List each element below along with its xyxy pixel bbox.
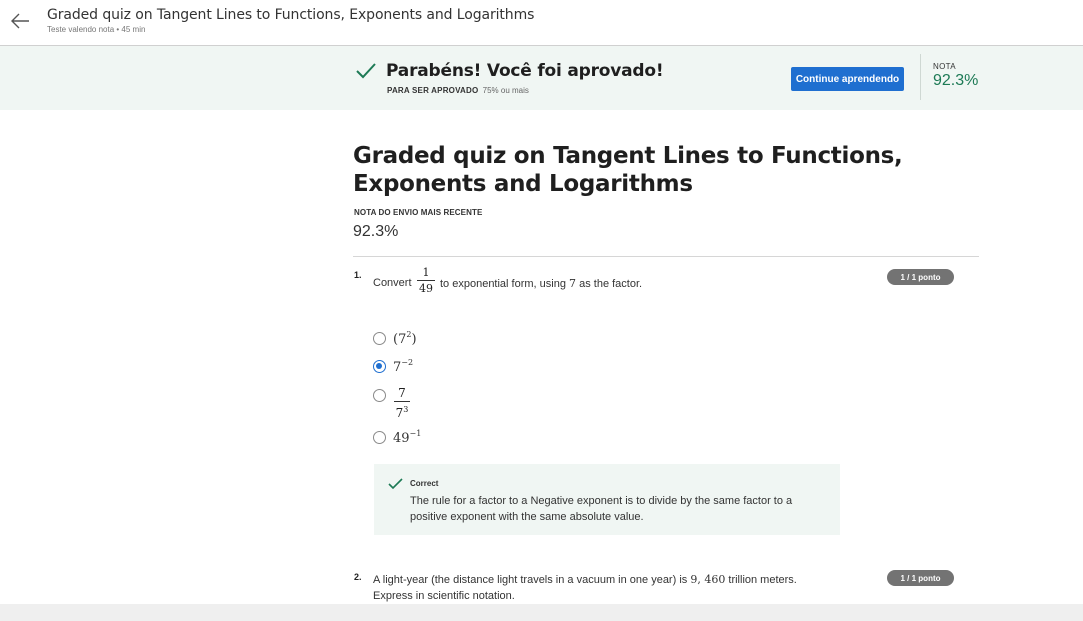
feedback-title: Correct (410, 479, 439, 488)
grade-label: NOTA (933, 62, 956, 71)
question-factor: 7 (569, 277, 577, 290)
top-bar: Graded quiz on Tangent Lines to Function… (0, 0, 1083, 46)
option-fraction-numerator: 7 (398, 386, 406, 400)
radio-button[interactable] (373, 331, 386, 345)
question-text: to exponential form, using 7 as the fact… (440, 277, 642, 290)
grade-value: 92.3% (933, 72, 979, 89)
answer-option[interactable]: 49−1 (373, 428, 421, 446)
check-icon (355, 62, 377, 80)
radio-button-selected[interactable] (373, 359, 386, 373)
page-title: Graded quiz on Tangent Lines to Function… (353, 143, 903, 197)
option-fraction-denominator: 73 (395, 405, 409, 420)
fraction-bar (417, 280, 435, 281)
answer-option[interactable]: (72) (373, 329, 417, 347)
points-badge: 1 / 1 ponto (887, 269, 954, 285)
answer-option[interactable] (373, 386, 386, 404)
option-math: 7−2 (393, 357, 414, 375)
question-text: A light-year (the distance light travels… (373, 573, 797, 602)
requirement-value: 75% ou mais (482, 86, 529, 95)
back-arrow-icon[interactable] (9, 10, 31, 32)
check-icon (388, 477, 403, 490)
option-math: 49−1 (393, 428, 422, 446)
recent-grade-label: NOTA DO ENVIO MAIS RECENTE (354, 208, 483, 217)
header-subtitle: Teste valendo nota • 45 min (47, 25, 146, 34)
banner-divider (920, 54, 921, 100)
recent-grade-value: 92.3% (353, 223, 399, 240)
pass-title: Parabéns! Você foi aprovado! (386, 61, 664, 81)
horizontal-scrollbar[interactable] (0, 604, 1083, 621)
question-number: 1. (354, 270, 362, 280)
pass-requirement: PARA SER APROVADO 75% ou mais (387, 86, 529, 95)
question-fraction: 1 49 (417, 266, 435, 295)
feedback-text: The rule for a factor to a Negative expo… (410, 495, 793, 523)
option-math: (72) (393, 329, 417, 347)
option-fraction: 7 73 (394, 387, 410, 420)
fraction-bar (394, 401, 410, 402)
divider (353, 256, 979, 257)
answer-option-selected[interactable]: 7−2 (373, 357, 413, 375)
pass-banner: Parabéns! Você foi aprovado! PARA SER AP… (0, 46, 1083, 110)
question-number: 2. (354, 572, 362, 582)
requirement-label: PARA SER APROVADO (387, 86, 479, 95)
fraction-denominator: 49 (419, 282, 433, 295)
points-badge: 1 / 1 ponto (887, 570, 954, 586)
fraction-numerator: 1 (422, 266, 430, 279)
radio-button[interactable] (373, 430, 386, 444)
feedback-box: Correct The rule for a factor to a Negat… (374, 464, 840, 535)
header-title: Graded quiz on Tangent Lines to Function… (47, 7, 535, 23)
question-suffix2: as the factor. (579, 278, 643, 290)
radio-button[interactable] (373, 388, 386, 402)
continue-learning-button[interactable]: Continue aprendendo (791, 67, 904, 91)
question-prefix: Convert (373, 277, 412, 289)
question-suffix: to exponential form, using (440, 278, 566, 290)
